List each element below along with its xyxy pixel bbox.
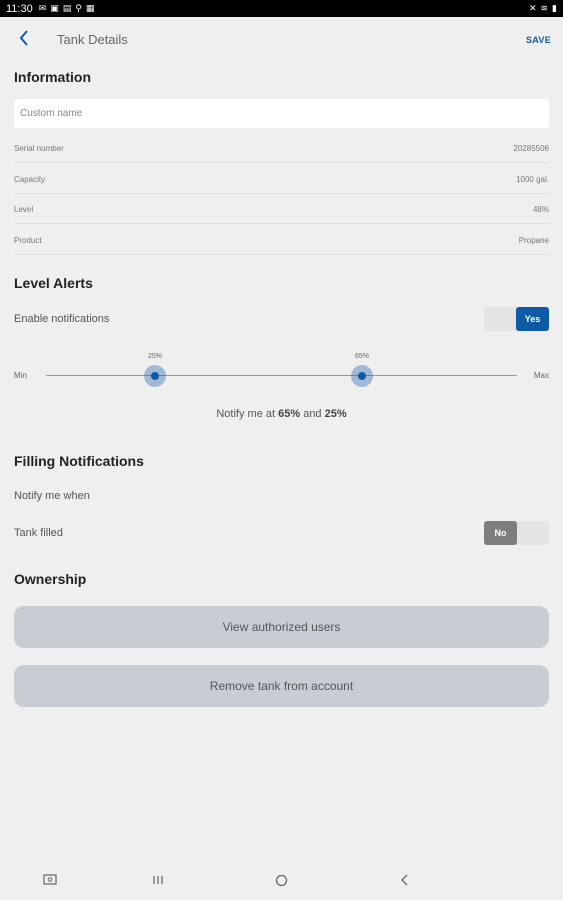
low-threshold-handle[interactable] (144, 365, 166, 387)
filling-heading: Filling Notifications (14, 453, 144, 469)
mute-icon: ✕ (528, 3, 537, 13)
home-icon[interactable] (275, 874, 288, 890)
slider-max-label: Max (533, 371, 549, 380)
slider-min-label: Min (14, 371, 27, 380)
battery-icon: ▮ (552, 3, 557, 13)
info-label: Serial number (14, 144, 64, 153)
location-icon: ⚲ (75, 3, 82, 13)
toggle-knob: No (484, 521, 517, 545)
chevron-left-icon[interactable] (17, 29, 35, 51)
ownership-heading: Ownership (14, 571, 87, 587)
notify-when-label: Notify me when (14, 490, 90, 502)
information-heading: Information (14, 69, 91, 85)
app-bar: Tank Details SAVE (0, 17, 563, 63)
enable-notifications-label: Enable notifications (14, 313, 110, 325)
info-label: Capacity (14, 175, 46, 184)
tank-filled-toggle[interactable]: No (484, 521, 549, 545)
info-label: Product (14, 236, 42, 245)
mail-icon: ✉ (38, 3, 47, 13)
remove-tank-button[interactable]: Remove tank from account (14, 665, 549, 707)
enable-notifications-toggle[interactable]: Yes (484, 307, 549, 331)
wifi-icon: ≋ (540, 3, 549, 13)
high-threshold-label: 65% (354, 353, 370, 360)
info-row-level: Level 48% (14, 194, 549, 224)
info-row-serial: Serial number 20285506 (14, 133, 549, 163)
status-time: 11:30 (6, 2, 33, 15)
low-threshold-label: 25% (147, 353, 163, 360)
notify-summary: Notify me at 65% and 25% (216, 408, 347, 420)
system-nav-bar (0, 866, 563, 900)
screenshot-icon[interactable] (43, 874, 57, 889)
gallery-icon: ▤ (62, 3, 72, 13)
info-value: 48% (532, 205, 549, 214)
toggle-knob: Yes (516, 307, 549, 331)
info-value: Propane (518, 236, 549, 245)
image-icon: ▣ (50, 3, 59, 13)
info-label: Level (14, 205, 34, 214)
status-bar: 11:30 ✉ ▣ ▤ ⚲ ▦ ✕ ≋ ▮ (0, 0, 563, 17)
view-authorized-users-button[interactable]: View authorized users (14, 606, 549, 648)
page-title: Tank Details (57, 32, 128, 47)
level-range-slider[interactable]: Min Max 25% 65% (14, 345, 549, 395)
info-value: 1000 gal. (516, 175, 549, 184)
calendar-icon: ▦ (85, 3, 95, 13)
custom-name-input[interactable]: Custom name (14, 99, 549, 128)
recent-apps-icon[interactable] (152, 874, 164, 889)
save-button[interactable]: SAVE (526, 35, 551, 45)
back-icon[interactable] (400, 874, 410, 889)
high-threshold-handle[interactable] (351, 365, 373, 387)
level-alerts-heading: Level Alerts (14, 275, 93, 291)
info-row-capacity: Capacity 1000 gal. (14, 164, 549, 194)
tank-filled-label: Tank filled (14, 527, 63, 539)
info-value: 20285506 (513, 144, 549, 153)
info-row-product: Product Propane (14, 225, 549, 255)
slider-track (46, 375, 517, 376)
